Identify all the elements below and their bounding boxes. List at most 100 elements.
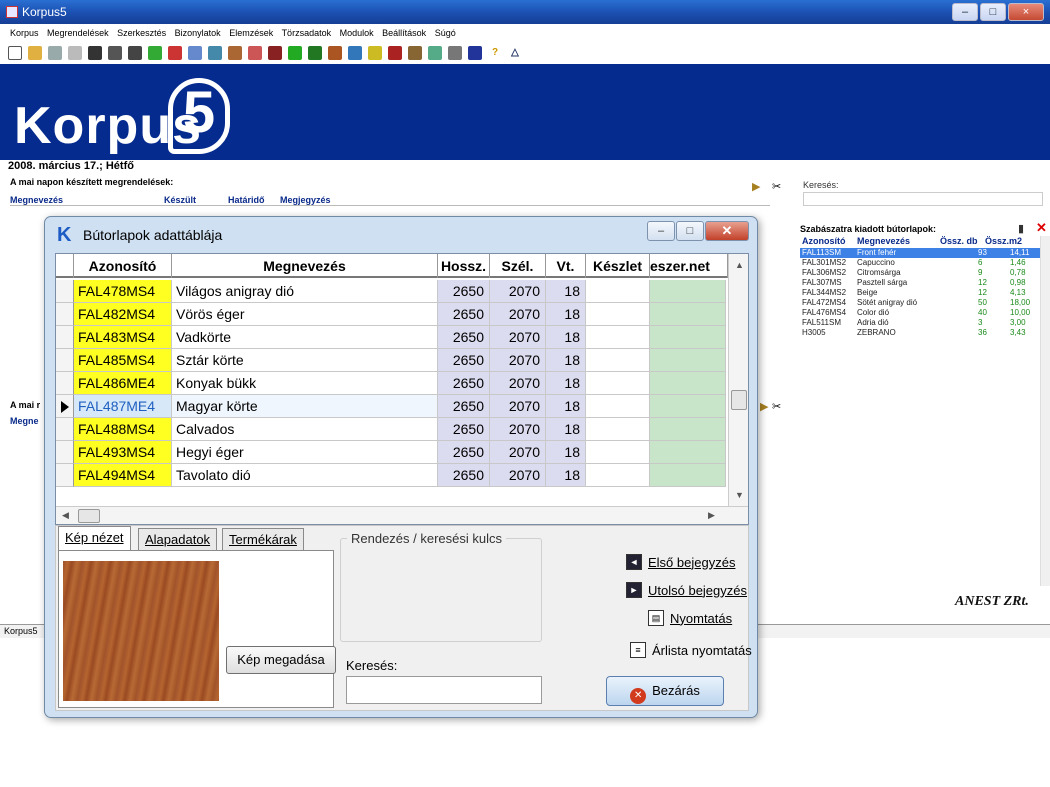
cell-thickness[interactable]: 18	[546, 303, 586, 326]
cell-length[interactable]: 2650	[438, 395, 490, 418]
cell-id[interactable]: FAL478MS4	[74, 280, 172, 303]
row-indicator[interactable]	[56, 464, 74, 487]
price-list-print-button[interactable]: ≡ Árlista nyomtatás	[630, 642, 752, 658]
cut-list-row[interactable]: FAL307MS Pasztell sárga 12 0,98	[800, 278, 1048, 288]
cell-net[interactable]	[650, 395, 726, 418]
cell-width[interactable]: 2070	[490, 441, 546, 464]
cell-length[interactable]: 2650	[438, 464, 490, 487]
binoculars-icon[interactable]	[108, 46, 122, 60]
set-image-button[interactable]: Kép megadása	[226, 646, 336, 674]
last-record-button[interactable]: ► Utolsó bejegyzés	[626, 582, 747, 598]
calculator-icon[interactable]	[188, 46, 202, 60]
scroll-down-icon[interactable]: ▼	[735, 490, 744, 500]
dialog-search-input[interactable]	[346, 676, 542, 704]
table-row[interactable]: FAL488MS4 Calvados 2650 2070 18	[56, 418, 748, 441]
minimize-button[interactable]: –	[952, 3, 978, 21]
header-name[interactable]: Megnevezés	[172, 254, 438, 278]
close-window-button[interactable]: ×	[1008, 3, 1044, 21]
first-record-button[interactable]: ◄ Első bejegyzés	[626, 554, 735, 570]
cell-length[interactable]: 2650	[438, 349, 490, 372]
brush-icon[interactable]	[328, 46, 342, 60]
table-row[interactable]: FAL483MS4 Vadkörte 2650 2070 18	[56, 326, 748, 349]
saw-icon[interactable]	[288, 46, 302, 60]
cut-list-row[interactable]: FAL472MS4 Sötét anigray dió 50 18,00	[800, 298, 1048, 308]
maximize-button[interactable]: □	[980, 3, 1006, 21]
cell-thickness[interactable]: 18	[546, 464, 586, 487]
cell-name[interactable]: Vadkörte	[172, 326, 438, 349]
table-horizontal-scrollbar[interactable]: ◀ ▶	[56, 506, 748, 524]
sort-key-group[interactable]: Rendezés / keresési kulcs	[340, 531, 542, 642]
copy-icon[interactable]	[48, 46, 62, 60]
cell-id[interactable]: FAL488MS4	[74, 418, 172, 441]
cell-stock[interactable]	[586, 303, 650, 326]
cell-id[interactable]: FAL487ME4	[74, 395, 172, 418]
menu-korpus[interactable]: Korpus	[10, 28, 39, 38]
cart-icon[interactable]	[248, 46, 262, 60]
dialog-close-button[interactable]: ✕	[705, 221, 749, 241]
cell-length[interactable]: 2650	[438, 441, 490, 464]
cell-id[interactable]: FAL494MS4	[74, 464, 172, 487]
cell-id[interactable]: FAL486ME4	[74, 372, 172, 395]
cut-list-row[interactable]: FAL301MS2 Capuccino 6 1,46	[800, 258, 1048, 268]
exit-icon[interactable]: △	[508, 46, 522, 60]
header-width[interactable]: Szél.	[490, 254, 546, 278]
table-row[interactable]: FAL494MS4 Tavolato dió 2650 2070 18	[56, 464, 748, 487]
cell-name[interactable]: Tavolato dió	[172, 464, 438, 487]
table-row[interactable]: FAL478MS4 Világos anigray dió 2650 2070 18	[56, 280, 748, 303]
scissors-icon[interactable]: ✂	[772, 400, 781, 413]
row-indicator[interactable]	[56, 303, 74, 326]
cell-thickness[interactable]: 18	[546, 418, 586, 441]
close-icon[interactable]: ✕	[1036, 220, 1047, 236]
edit-icon[interactable]	[148, 46, 162, 60]
row-indicator[interactable]	[56, 395, 74, 418]
header-net[interactable]: eszer.net	[650, 254, 728, 278]
cell-stock[interactable]	[586, 372, 650, 395]
hscroll-thumb[interactable]	[78, 509, 100, 523]
row-indicator[interactable]	[56, 441, 74, 464]
hammer-icon[interactable]	[408, 46, 422, 60]
dialog-maximize-button[interactable]: □	[676, 221, 704, 241]
paste-icon[interactable]	[68, 46, 82, 60]
tab-image-view[interactable]: Kép nézet	[58, 526, 131, 550]
cell-net[interactable]	[650, 372, 726, 395]
cell-name[interactable]: Calvados	[172, 418, 438, 441]
book-icon[interactable]	[88, 46, 102, 60]
cell-thickness[interactable]: 18	[546, 395, 586, 418]
cell-name[interactable]: Vörös éger	[172, 303, 438, 326]
search-input[interactable]	[803, 192, 1043, 206]
pen-icon[interactable]	[268, 46, 282, 60]
new-icon[interactable]	[8, 46, 22, 60]
cell-stock[interactable]	[586, 395, 650, 418]
cell-width[interactable]: 2070	[490, 280, 546, 303]
scroll-thumb[interactable]	[731, 390, 747, 410]
cell-width[interactable]: 2070	[490, 464, 546, 487]
cell-name[interactable]: Világos anigray dió	[172, 280, 438, 303]
scroll-right-icon[interactable]: ▶	[708, 510, 715, 521]
cell-net[interactable]	[650, 280, 726, 303]
row-indicator[interactable]	[56, 326, 74, 349]
menu-modules[interactable]: Modulok	[340, 28, 374, 38]
cell-thickness[interactable]: 18	[546, 372, 586, 395]
cell-net[interactable]	[650, 441, 726, 464]
star-icon[interactable]	[368, 46, 382, 60]
cell-length[interactable]: 2650	[438, 280, 490, 303]
table-row[interactable]: FAL482MS4 Vörös éger 2650 2070 18	[56, 303, 748, 326]
books-icon[interactable]	[168, 46, 182, 60]
cell-thickness[interactable]: 18	[546, 441, 586, 464]
row-indicator[interactable]	[56, 418, 74, 441]
table-row[interactable]: FAL486ME4 Konyak bükk 2650 2070 18	[56, 372, 748, 395]
cell-id[interactable]: FAL493MS4	[74, 441, 172, 464]
cell-width[interactable]: 2070	[490, 395, 546, 418]
cell-name[interactable]: Magyar körte	[172, 395, 438, 418]
scroll-left-icon[interactable]: ◀	[62, 510, 69, 521]
dialog-minimize-button[interactable]: –	[647, 221, 675, 241]
globe-icon[interactable]	[468, 46, 482, 60]
book-edit-icon[interactable]: ▮	[1018, 222, 1024, 235]
row-indicator[interactable]	[56, 372, 74, 395]
header-length[interactable]: Hossz.	[438, 254, 490, 278]
cell-name[interactable]: Sztár körte	[172, 349, 438, 372]
menu-masterdata[interactable]: Törzsadatok	[282, 28, 332, 38]
cut-list-row[interactable]: FAL306MS2 Citromsárga 9 0,78	[800, 268, 1048, 278]
cell-width[interactable]: 2070	[490, 326, 546, 349]
cell-length[interactable]: 2650	[438, 418, 490, 441]
